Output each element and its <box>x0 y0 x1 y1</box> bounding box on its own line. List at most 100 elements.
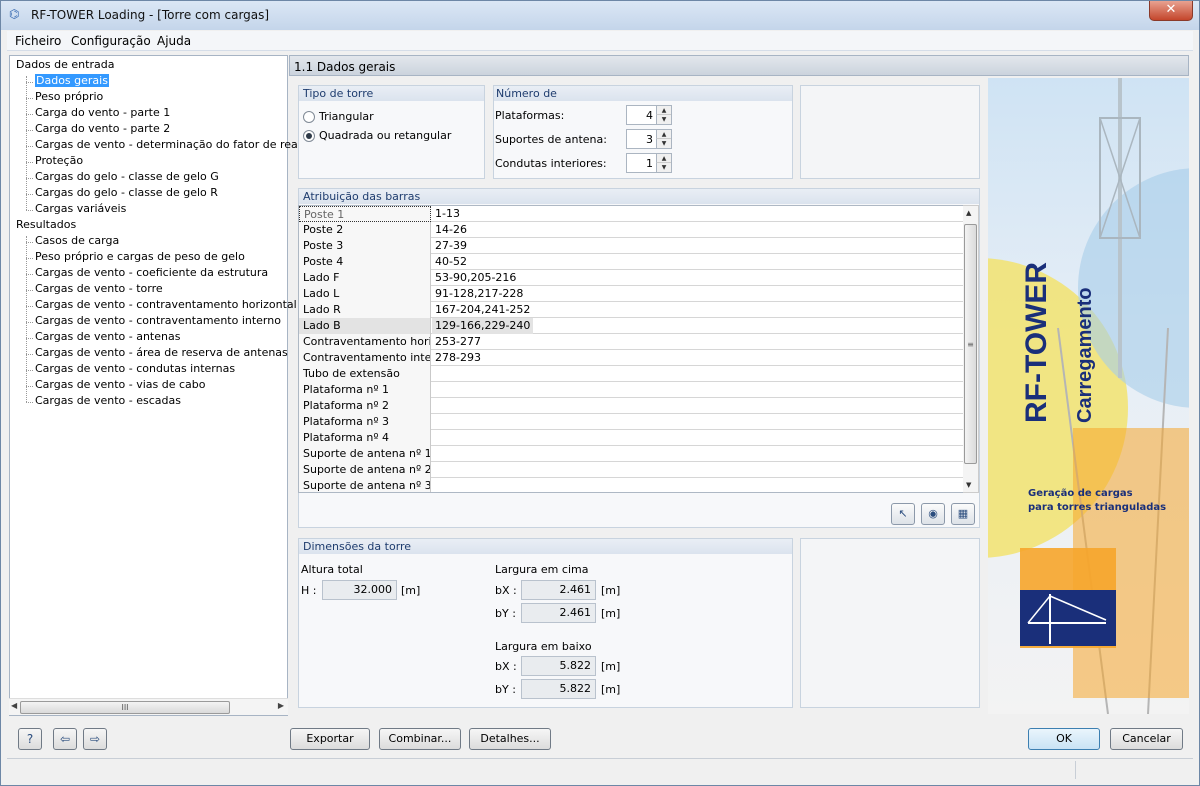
tree-item-protection[interactable]: Proteção <box>35 154 83 167</box>
member-name-cell[interactable]: Lado B <box>299 318 431 334</box>
member-name-cell[interactable]: Tubo de extensão <box>299 366 431 382</box>
platforms-value[interactable]: 4 <box>646 109 653 122</box>
table-row[interactable]: Poste 3 27-39 <box>299 238 963 254</box>
table-row[interactable]: Lado L 91-128,217-228 <box>299 286 963 302</box>
tree-item-wind-part-2[interactable]: Carga do vento - parte 2 <box>35 122 170 135</box>
member-name-cell[interactable]: Poste 1 <box>299 206 431 222</box>
spin-down-icon[interactable]: ▼ <box>656 139 671 148</box>
table-row[interactable]: Lado B 129-166,229-240 <box>299 318 963 334</box>
details-button[interactable]: Detalhes... <box>469 728 551 750</box>
antenna-supports-value[interactable]: 3 <box>646 133 653 146</box>
total-height-field[interactable]: 32.000 <box>322 580 397 600</box>
member-name-cell[interactable]: Contraventamento interno <box>299 350 431 366</box>
tree-item-wind-internal-bracing[interactable]: Cargas de vento - contraventamento inter… <box>35 314 281 327</box>
member-numbers-cell[interactable] <box>432 398 438 414</box>
member-numbers-cell[interactable]: 91-128,217-228 <box>432 286 526 302</box>
scroll-thumb[interactable]: III <box>20 701 230 714</box>
export-button[interactable]: Exportar <box>290 728 370 750</box>
tree-item-wind-tower[interactable]: Cargas de vento - torre <box>35 282 163 295</box>
navigator-hscroll[interactable]: ◀ III ▶ <box>9 698 288 715</box>
top-bx-field[interactable]: 2.461 <box>521 580 596 600</box>
member-name-cell[interactable]: Lado L <box>299 286 431 302</box>
tree-item-wind-antenna-reserve[interactable]: Cargas de vento - área de reserva de ant… <box>35 346 288 359</box>
antenna-supports-spinner[interactable]: 3 ▲ ▼ <box>626 129 672 149</box>
table-row[interactable]: Plataforma nº 4 <box>299 430 963 446</box>
table-row[interactable]: Contraventamento horizo 253-277 <box>299 334 963 350</box>
table-row[interactable]: Lado R 167-204,241-252 <box>299 302 963 318</box>
table-row[interactable]: Tubo de extensão <box>299 366 963 382</box>
member-numbers-cell[interactable] <box>432 446 438 462</box>
tree-root-input[interactable]: Dados de entrada <box>16 58 114 71</box>
member-name-cell[interactable]: Suporte de antena nº 3 <box>299 478 431 492</box>
bottom-bx-field[interactable]: 5.822 <box>521 656 596 676</box>
member-name-cell[interactable]: Poste 2 <box>299 222 431 238</box>
internal-ducts-value[interactable]: 1 <box>646 157 653 170</box>
member-name-cell[interactable]: Plataforma nº 4 <box>299 430 431 446</box>
member-name-cell[interactable]: Plataforma nº 3 <box>299 414 431 430</box>
member-numbers-cell[interactable] <box>432 366 438 382</box>
radio-triangular[interactable] <box>303 111 315 123</box>
member-numbers-cell[interactable] <box>432 430 438 446</box>
table-row[interactable]: Plataforma nº 2 <box>299 398 963 414</box>
member-name-cell[interactable]: Suporte de antena nº 1 <box>299 446 431 462</box>
tree-item-ice-class-r[interactable]: Cargas do gelo - classe de gelo R <box>35 186 218 199</box>
table-row[interactable]: Poste 1 1-13 <box>299 206 963 222</box>
tree-item-wind-structure-coef[interactable]: Cargas de vento - coeficiente da estrutu… <box>35 266 268 279</box>
tree-item-wind-horizontal-bracing[interactable]: Cargas de vento - contraventamento horiz… <box>35 298 297 311</box>
radio-triangular-label[interactable]: Triangular <box>319 110 374 123</box>
member-numbers-cell[interactable] <box>432 414 438 430</box>
scroll-down-icon[interactable]: ▼ <box>966 481 971 489</box>
table-row[interactable]: Poste 4 40-52 <box>299 254 963 270</box>
member-numbers-cell[interactable]: 14-26 <box>432 222 470 238</box>
tree-item-variable-loads[interactable]: Cargas variáveis <box>35 202 126 215</box>
close-button[interactable]: ✕ <box>1149 1 1193 21</box>
title-bar[interactable]: ⌬ RF-TOWER Loading - [Torre com cargas] … <box>1 1 1199 30</box>
ok-button[interactable]: OK <box>1028 728 1100 750</box>
menu-file[interactable]: Ficheiro <box>15 34 61 48</box>
navigator-tree[interactable]: Dados de entrada Dados gerais Peso própr… <box>9 55 317 716</box>
member-name-cell[interactable]: Contraventamento horizo <box>299 334 431 350</box>
tree-item-ice-class-g[interactable]: Cargas do gelo - classe de gelo G <box>35 170 219 183</box>
table-row[interactable]: Poste 2 14-26 <box>299 222 963 238</box>
member-name-cell[interactable]: Poste 4 <box>299 254 431 270</box>
spin-down-icon[interactable]: ▼ <box>656 115 671 124</box>
spin-up-icon[interactable]: ▲ <box>656 106 671 115</box>
member-name-cell[interactable]: Suporte de antena nº 2 <box>299 462 431 478</box>
member-name-cell[interactable]: Plataforma nº 1 <box>299 382 431 398</box>
table-row[interactable]: Suporte de antena nº 3 <box>299 478 963 492</box>
scroll-right-icon[interactable]: ▶ <box>278 701 284 710</box>
table-vscroll[interactable]: ▲ ≡ ▼ <box>963 205 979 493</box>
scroll-up-icon[interactable]: ▲ <box>966 209 971 217</box>
tree-item-wind-cable-ways[interactable]: Cargas de vento - vias de cabo <box>35 378 205 391</box>
internal-ducts-spinner[interactable]: 1 ▲ ▼ <box>626 153 672 173</box>
graphic-icon[interactable]: ▦ <box>951 503 975 525</box>
table-row[interactable]: Lado F 53-90,205-216 <box>299 270 963 286</box>
member-numbers-cell[interactable]: 27-39 <box>432 238 470 254</box>
bottom-by-field[interactable]: 5.822 <box>521 679 596 699</box>
table-row[interactable]: Suporte de antena nº 1 <box>299 446 963 462</box>
radio-square-label[interactable]: Quadrada ou retangular <box>319 129 451 142</box>
member-numbers-cell[interactable]: 1-13 <box>432 206 463 222</box>
help-icon[interactable]: ? <box>18 728 42 750</box>
member-numbers-cell[interactable] <box>432 462 438 478</box>
member-numbers-cell[interactable]: 278-293 <box>432 350 484 366</box>
spin-down-icon[interactable]: ▼ <box>656 163 671 172</box>
platforms-spinner[interactable]: 4 ▲ ▼ <box>626 105 672 125</box>
member-numbers-cell[interactable]: 253-277 <box>432 334 484 350</box>
member-name-cell[interactable]: Lado F <box>299 270 431 286</box>
tree-item-wind-part-1[interactable]: Carga do vento - parte 1 <box>35 106 170 119</box>
spin-up-icon[interactable]: ▲ <box>656 154 671 163</box>
member-numbers-cell[interactable]: 129-166,229-240 <box>432 318 534 334</box>
cancel-button[interactable]: Cancelar <box>1110 728 1183 750</box>
member-numbers-cell[interactable]: 40-52 <box>432 254 470 270</box>
table-row[interactable]: Suporte de antena nº 2 <box>299 462 963 478</box>
menu-settings[interactable]: Configuração <box>71 34 151 48</box>
menu-help[interactable]: Ajuda <box>157 34 191 48</box>
table-row[interactable]: Plataforma nº 3 <box>299 414 963 430</box>
tree-item-wind-ladders[interactable]: Cargas de vento - escadas <box>35 394 181 407</box>
tree-root-results[interactable]: Resultados <box>16 218 76 231</box>
previous-icon[interactable]: ⇦ <box>53 728 77 750</box>
tree-item-self-weight[interactable]: Peso próprio <box>35 90 103 103</box>
tree-item-wind-internal-ducts[interactable]: Cargas de vento - condutas internas <box>35 362 235 375</box>
member-numbers-cell[interactable]: 53-90,205-216 <box>432 270 519 286</box>
